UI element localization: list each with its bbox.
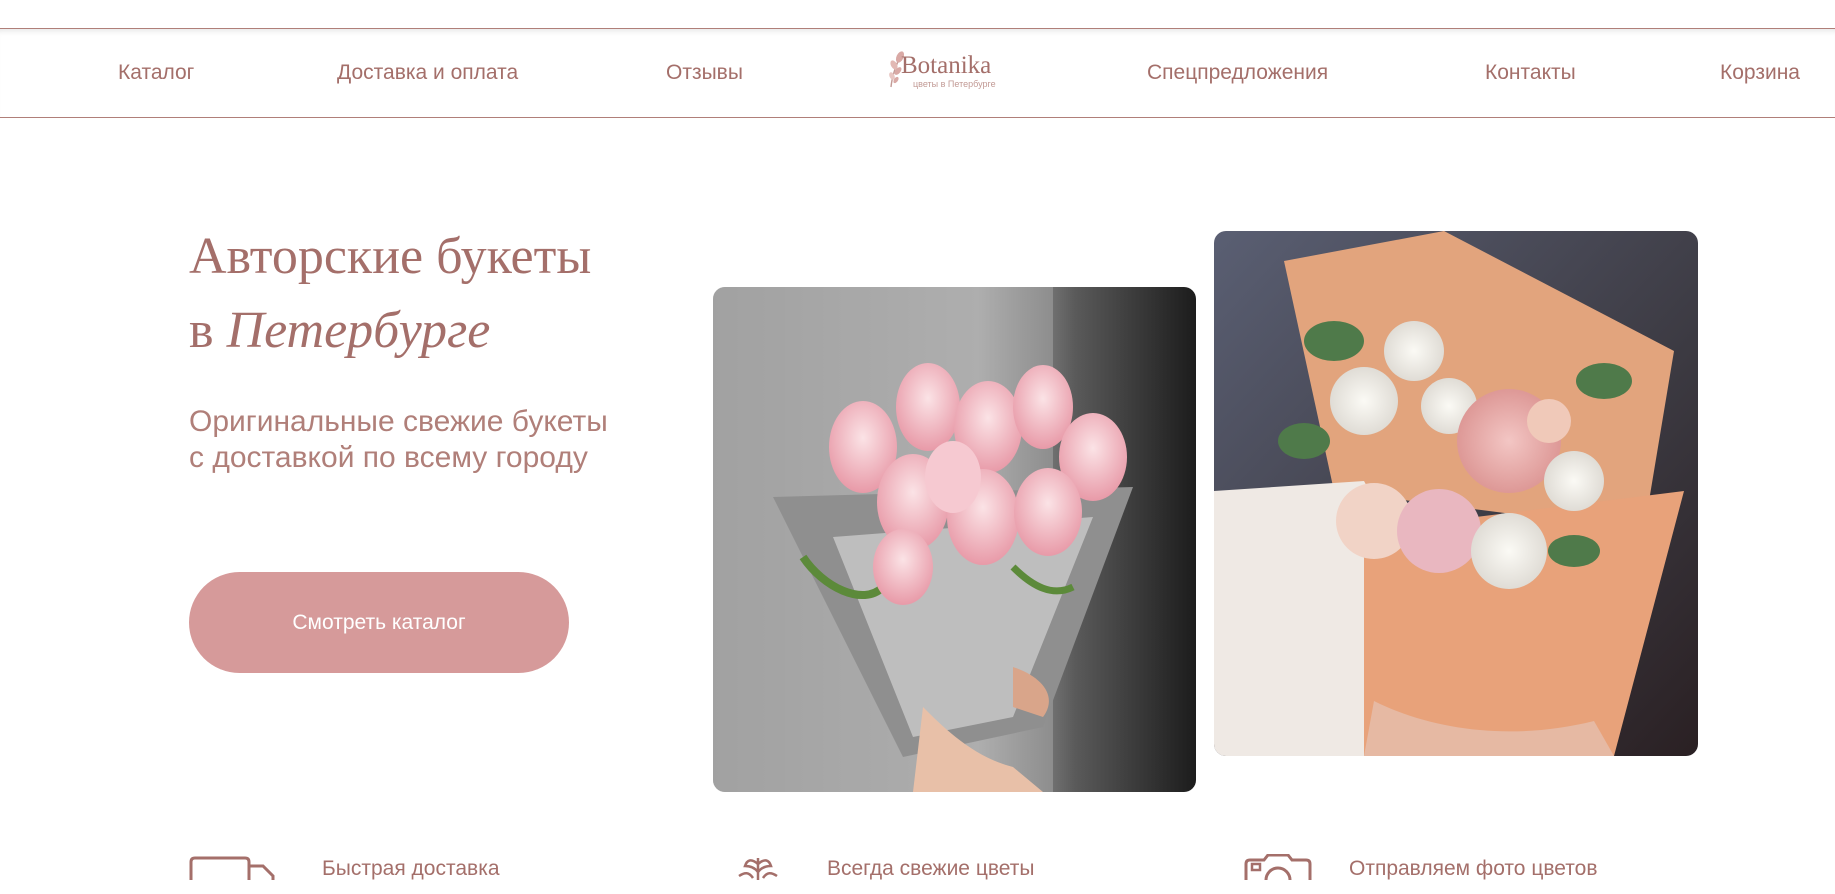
feature-delivery-label: Быстрая доставка [322,857,500,880]
rose-bouquet-photo [1214,231,1698,756]
hero-title-prefix: в [189,302,214,359]
view-catalog-button[interactable]: Смотреть каталог [189,572,569,673]
camera-icon [1244,854,1312,880]
tulip-bouquet-photo [713,287,1196,792]
hero-subtitle-line1: Оригинальные свежие букеты [189,405,608,438]
nav-item-offers[interactable]: Спецпредложения [1147,61,1328,85]
site-logo[interactable]: Botanika цветы в Петербурге [883,49,1013,91]
nav-item-catalog[interactable]: Каталог [118,61,194,85]
hero-subtitle-line2: с доставкой по всему городу [189,441,588,474]
feature-fresh-label: Всегда свежие цветы [827,857,1035,880]
hero-title-line1: Авторские букеты [189,228,592,285]
nav-item-cart[interactable]: Корзина [1720,61,1800,85]
hero-subtitle: Оригинальные свежие букеты с доставкой п… [189,404,709,476]
feature-photos-label: Отправляем фото цветов [1349,857,1598,880]
nav-item-delivery[interactable]: Доставка и оплата [337,61,518,85]
feature-photos: Отправляем фото цветов [1244,854,1644,894]
hero-title-city: Петербурге [226,302,491,359]
feature-delivery: Быстрая доставка [189,854,519,894]
nav-item-reviews[interactable]: Отзывы [666,61,743,85]
logo-tagline: цветы в Петербурге [913,79,996,89]
hero-title: Авторские букеты в Петербурге [189,220,709,368]
logo-wordmark: Botanika [901,52,992,79]
feature-fresh: Всегда свежие цветы [733,854,1093,894]
truck-icon [189,856,275,880]
flower-icon [738,858,778,880]
nav-item-contacts[interactable]: Контакты [1485,61,1576,85]
